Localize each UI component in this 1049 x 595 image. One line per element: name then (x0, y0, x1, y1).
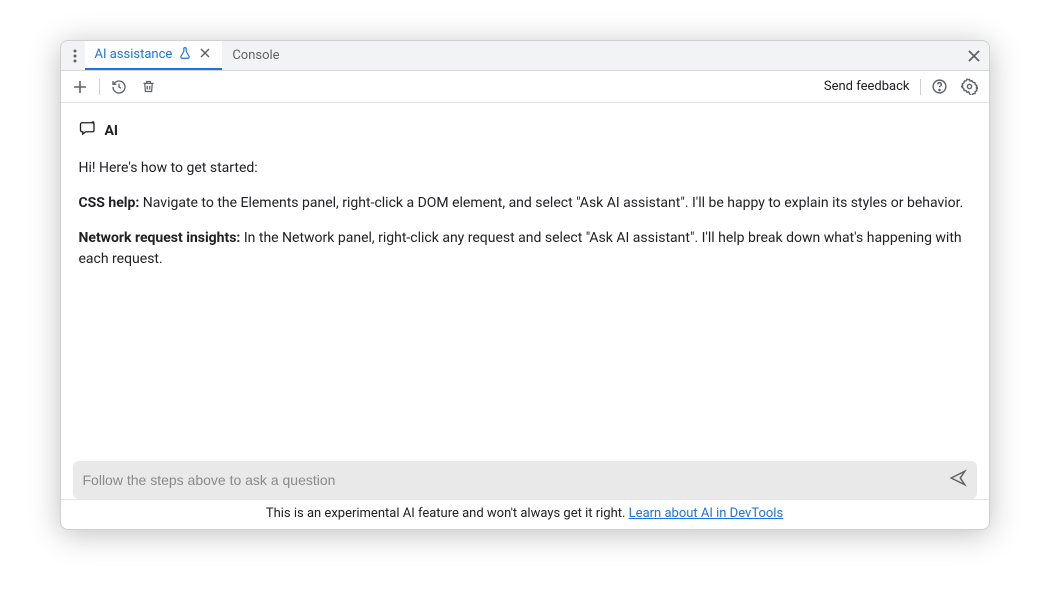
new-chat-button[interactable] (69, 76, 91, 98)
flask-icon (178, 46, 192, 64)
send-feedback-link[interactable]: Send feedback (824, 79, 912, 94)
css-help-text: Navigate to the Elements panel, right-cl… (139, 195, 963, 211)
chat-content: AI Hi! Here's how to get started: CSS he… (61, 103, 989, 451)
tab-ai-assistance[interactable]: AI assistance (85, 41, 223, 70)
close-panel-icon[interactable] (967, 41, 981, 70)
css-help-label: CSS help: (79, 195, 140, 211)
ai-heading: AI (79, 119, 971, 144)
network-label: Network request insights: (79, 230, 241, 246)
delete-button[interactable] (138, 76, 160, 98)
tab-console[interactable]: Console (222, 41, 289, 70)
tab-bar: AI assistance Console (61, 41, 989, 71)
experimental-footer: This is an experimental AI feature and w… (61, 499, 989, 529)
input-area (61, 451, 989, 499)
history-button[interactable] (108, 76, 130, 98)
tab-label: Console (232, 48, 279, 63)
close-tab-icon[interactable] (198, 47, 212, 62)
toolbar: Send feedback (61, 71, 989, 103)
footer-text: This is an experimental AI feature and w… (266, 506, 629, 521)
tab-label: AI assistance (95, 47, 173, 62)
network-paragraph: Network request insights: In the Network… (79, 228, 971, 270)
ai-heading-label: AI (105, 121, 119, 142)
prompt-input-row (73, 461, 977, 499)
sparkle-chat-icon (79, 119, 97, 144)
settings-icon[interactable] (959, 76, 981, 98)
learn-more-link[interactable]: Learn about AI in DevTools (629, 506, 783, 521)
toolbar-divider (920, 79, 921, 95)
kebab-menu-icon[interactable] (65, 49, 85, 63)
toolbar-divider (99, 79, 100, 95)
greeting-text: Hi! Here's how to get started: (79, 158, 971, 179)
help-icon[interactable] (929, 76, 951, 98)
send-icon[interactable] (949, 469, 967, 491)
prompt-input[interactable] (83, 472, 949, 488)
css-help-paragraph: CSS help: Navigate to the Elements panel… (79, 193, 971, 214)
devtools-ai-panel: AI assistance Console Send feedback (60, 40, 990, 530)
